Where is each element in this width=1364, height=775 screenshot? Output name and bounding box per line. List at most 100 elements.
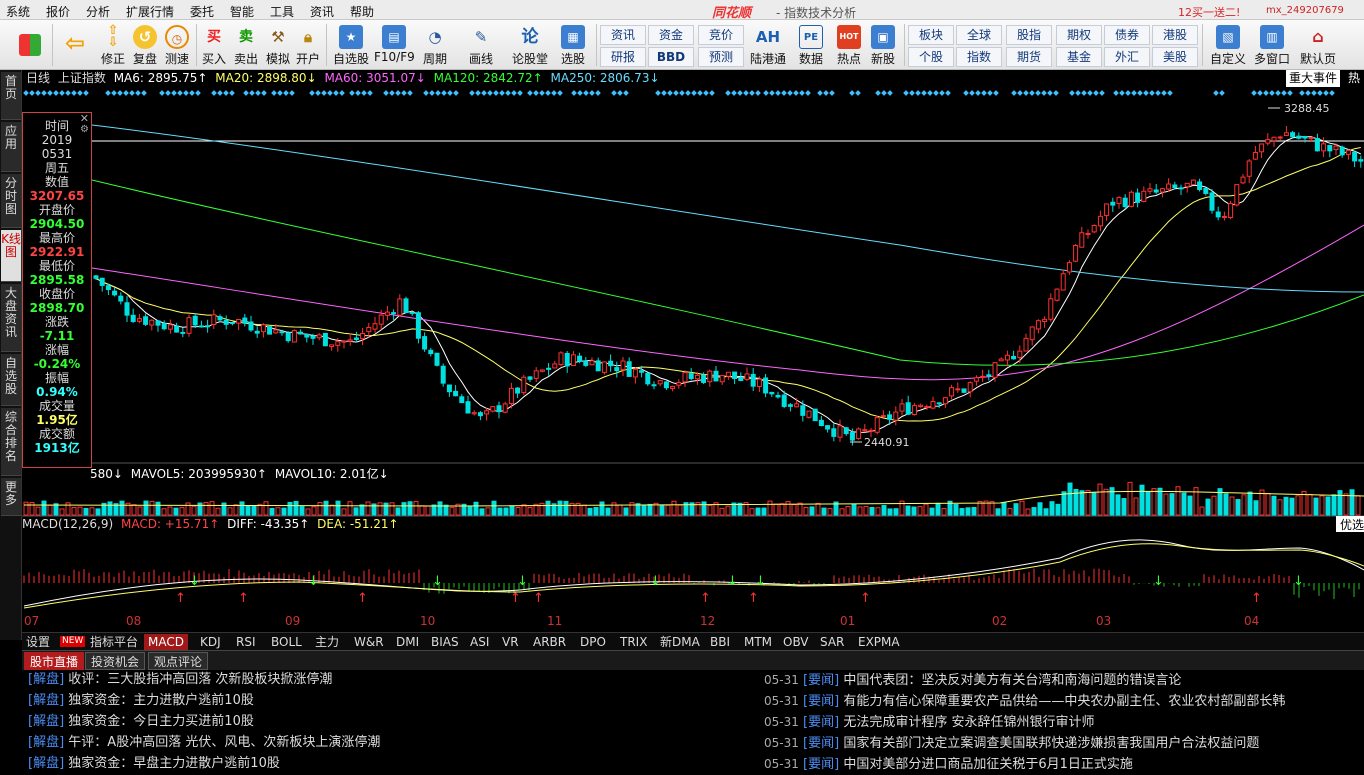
tab-opinions[interactable]: 观点评论 bbox=[148, 652, 209, 670]
tab-new-dma[interactable]: 新DMA bbox=[656, 634, 704, 650]
tab-sar[interactable]: SAR bbox=[816, 634, 848, 650]
volume-bar bbox=[1127, 481, 1133, 516]
open-label: 开盘价 bbox=[38, 203, 75, 217]
candle bbox=[1190, 179, 1196, 186]
event-diamond-icon bbox=[401, 90, 407, 96]
tab-main-force[interactable]: 主力 bbox=[311, 634, 343, 650]
death-cross-arrow-icon: ↓ bbox=[727, 574, 738, 589]
candle bbox=[124, 302, 130, 316]
news-item[interactable]: [解盘] 收评：三大股指冲高回落 次新股板块掀涨停潮 bbox=[28, 670, 332, 690]
event-diamond-icon bbox=[271, 90, 277, 96]
news-item[interactable]: 05-31 [要闻] 中国代表团：坚决反对美方有关台湾和南海问题的错误言论 bbox=[764, 670, 1181, 690]
event-diamond-icon bbox=[505, 90, 511, 96]
volume-bar bbox=[1181, 492, 1187, 516]
candle bbox=[1147, 188, 1153, 192]
event-diamond-icon bbox=[289, 90, 295, 96]
tab-mtm[interactable]: MTM bbox=[740, 634, 776, 650]
news-item[interactable]: [解盘] 独家资金：今日主力买进前10股 bbox=[28, 712, 254, 732]
tab-market-live[interactable]: 股市直播 bbox=[24, 652, 85, 670]
optimize-button[interactable]: 优选 bbox=[1336, 516, 1364, 532]
volume-bar bbox=[1283, 496, 1289, 516]
tab-boll[interactable]: BOLL bbox=[267, 634, 306, 650]
candle bbox=[893, 411, 899, 421]
news-panel: [解盘] 收评：三大股指冲高回落 次新股板块掀涨停潮 [解盘] 独家资金：主力进… bbox=[22, 670, 1364, 772]
volume-bar bbox=[437, 501, 443, 516]
event-diamond-icon bbox=[763, 90, 769, 96]
candle bbox=[1060, 273, 1066, 291]
tab-arbr[interactable]: ARBR bbox=[529, 634, 570, 650]
volume-bar bbox=[797, 502, 803, 516]
candle bbox=[1265, 139, 1271, 144]
volume-bar bbox=[665, 504, 671, 516]
volume-bar bbox=[1265, 493, 1271, 516]
tab-bias[interactable]: BIAS bbox=[427, 634, 463, 650]
tab-vr[interactable]: VR bbox=[498, 634, 523, 650]
candle bbox=[471, 412, 477, 415]
volume-bar bbox=[323, 500, 329, 516]
tab-opportunities[interactable]: 投资机会 bbox=[85, 652, 146, 670]
event-diamond-icon bbox=[1131, 90, 1137, 96]
news-item[interactable]: [解盘] 独家资金：主力进散户逃前10股 bbox=[28, 691, 254, 711]
candle bbox=[186, 317, 192, 334]
tab-rsi[interactable]: RSI bbox=[232, 634, 260, 650]
settings-icon[interactable]: ⚙ bbox=[80, 123, 89, 137]
volume-bar bbox=[329, 504, 335, 516]
candle bbox=[663, 381, 669, 389]
event-diamond-icon bbox=[517, 90, 523, 96]
ma60-line bbox=[91, 224, 1364, 381]
volume-bar bbox=[401, 502, 407, 516]
volume-bar bbox=[155, 501, 161, 516]
mavol5-value: MAVOL5: 203995930↑ bbox=[130, 467, 267, 481]
event-diamond-icon bbox=[551, 90, 557, 96]
mavol10-value: MAVOL10: 2.01亿↓ bbox=[274, 467, 389, 481]
event-diamond-icon bbox=[499, 90, 505, 96]
indicator-platform[interactable]: 指标平台 bbox=[86, 634, 142, 650]
tab-trix[interactable]: TRIX bbox=[616, 634, 651, 650]
event-diamond-icon bbox=[183, 90, 189, 96]
volume-bar bbox=[1031, 507, 1037, 516]
x-tick-label: 11 bbox=[547, 614, 563, 628]
tab-dpo[interactable]: DPO bbox=[576, 634, 610, 650]
candle bbox=[1234, 184, 1240, 206]
tab-wr[interactable]: W&R bbox=[350, 634, 388, 650]
tab-macd[interactable]: MACD bbox=[144, 634, 188, 650]
candle bbox=[502, 403, 508, 413]
event-diamond-icon bbox=[123, 90, 129, 96]
news-item[interactable]: [解盘] 独家资金：早盘主力进散户逃前10股 bbox=[28, 754, 280, 774]
indicator-settings[interactable]: 设置 bbox=[22, 634, 54, 650]
news-item[interactable]: [解盘] 午评：A股冲高回落 光伏、风电、次新板块上演涨停潮 bbox=[28, 733, 380, 753]
volume-bar bbox=[281, 507, 287, 516]
candle bbox=[515, 387, 521, 394]
tab-kdj[interactable]: KDJ bbox=[196, 634, 225, 650]
tab-asi[interactable]: ASI bbox=[466, 634, 493, 650]
candle bbox=[229, 322, 235, 325]
news-item[interactable]: 05-31 [要闻] 中国对美部分进口商品加征关税于6月1日正式实施 bbox=[764, 754, 1133, 774]
candle bbox=[719, 375, 725, 383]
news-item[interactable]: 05-31 [要闻] 有能力有信心保障重要农产品供给——中央农办副主任、农业农村… bbox=[764, 691, 1285, 711]
candle bbox=[205, 325, 211, 328]
tab-dmi[interactable]: DMI bbox=[392, 634, 423, 650]
event-diamond-icon bbox=[655, 90, 661, 96]
tab-bbi[interactable]: BBI bbox=[706, 634, 734, 650]
news-item[interactable]: 05-31 [要闻] 无法完成审计程序 安永辞任锦州银行审计师 bbox=[764, 712, 1094, 732]
candle bbox=[880, 415, 886, 418]
event-diamond-icon bbox=[1075, 90, 1081, 96]
candle bbox=[459, 396, 465, 404]
volume-bar bbox=[239, 501, 245, 516]
volume-bar bbox=[347, 501, 353, 516]
volume-bar bbox=[851, 503, 857, 516]
event-diamond-icon bbox=[389, 90, 395, 96]
news-item[interactable]: 05-31 [要闻] 国家有关部门决定立案调查美国联邦快递涉嫌损害我国用户合法权… bbox=[764, 733, 1259, 753]
volume-bar bbox=[1007, 507, 1013, 516]
tab-obv[interactable]: OBV bbox=[779, 634, 813, 650]
death-cross-arrow-icon: ↓ bbox=[1153, 574, 1164, 589]
candle bbox=[1296, 135, 1302, 139]
event-diamond-icon bbox=[617, 90, 623, 96]
candle bbox=[143, 316, 149, 325]
candle bbox=[304, 333, 310, 338]
volume-bar bbox=[1085, 489, 1091, 516]
tab-expma[interactable]: EXPMA bbox=[854, 634, 904, 650]
kline-chart[interactable]: 3288.452440.91 ↑ ↑ ↑ ↑ ↑ ↑ ↑ ↑ ↑↓ ↓ ↓ ↓ ↓ ↓ ↓ ↓ ↓ bbox=[0, 0, 1364, 632]
event-diamond-icon bbox=[339, 90, 345, 96]
candle bbox=[905, 402, 911, 415]
